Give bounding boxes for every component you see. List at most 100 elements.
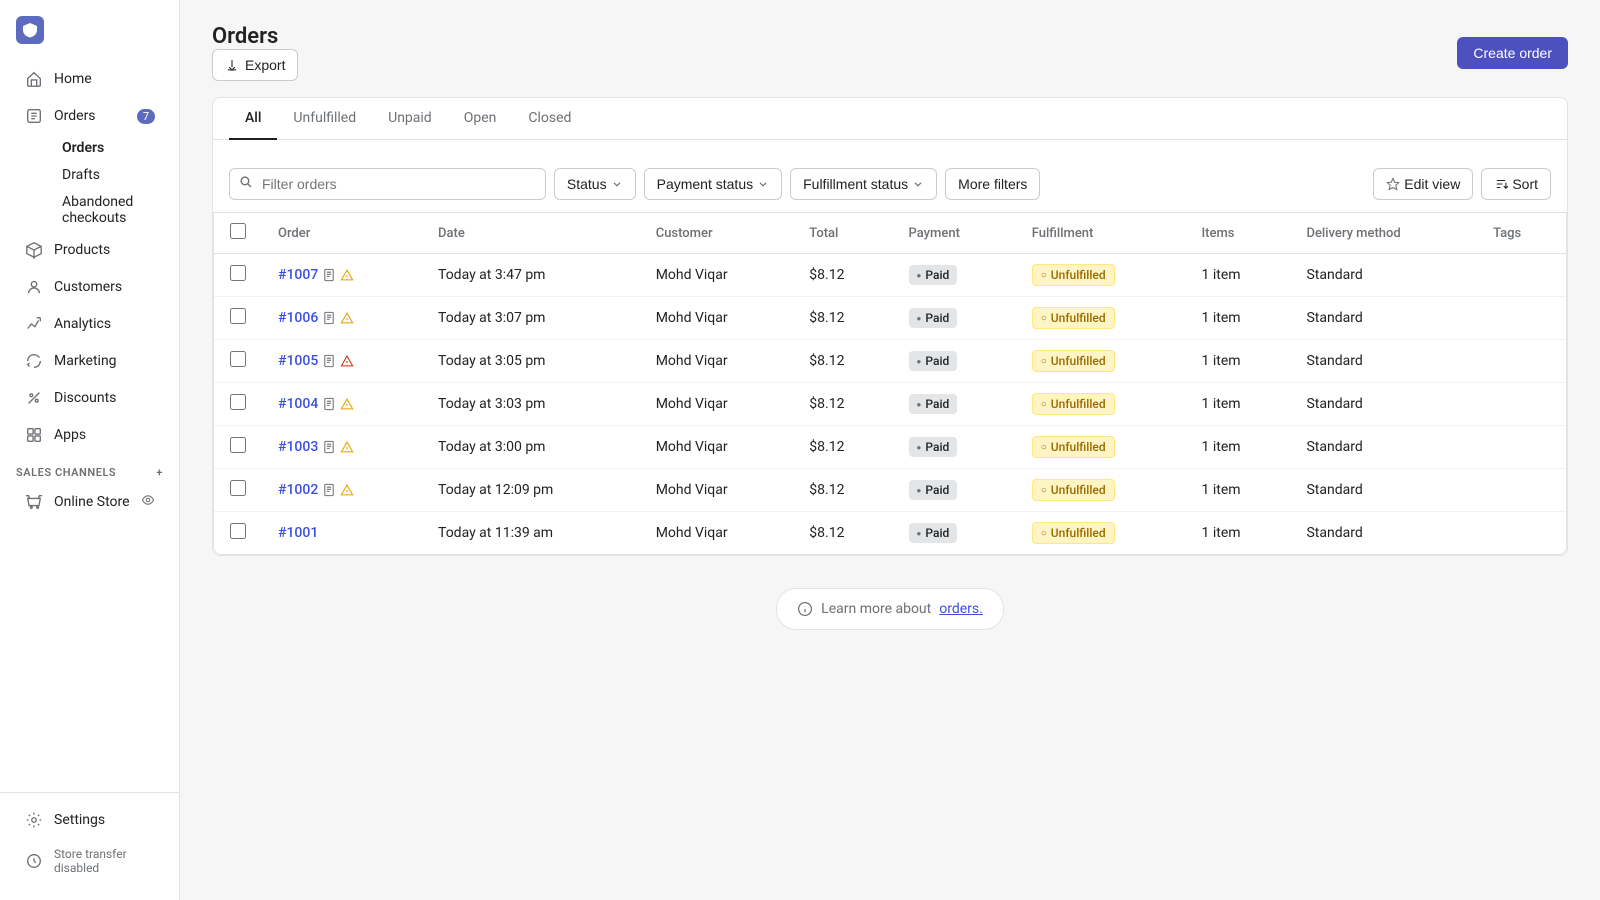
marketing-icon <box>24 351 44 371</box>
sidebar-sub-drafts[interactable]: Drafts <box>54 162 171 188</box>
sidebar-logo <box>0 0 179 52</box>
row-delivery: Standard <box>1290 340 1477 383</box>
sidebar-item-discounts[interactable]: Discounts <box>8 380 171 416</box>
tab-unpaid[interactable]: Unpaid <box>372 98 448 140</box>
row-fulfillment: Unfulfilled <box>1016 383 1186 426</box>
discounts-icon <box>24 388 44 408</box>
select-all-checkbox[interactable] <box>230 223 246 239</box>
help-icon <box>797 601 813 617</box>
row-delivery: Standard <box>1290 254 1477 297</box>
row-checkbox[interactable] <box>230 308 246 324</box>
fulfillment-badge: Unfulfilled <box>1032 522 1115 544</box>
store-transfer-label: Store transfer disabled <box>54 847 155 875</box>
row-checkbox[interactable] <box>230 265 246 281</box>
doc-icon <box>322 397 336 411</box>
sidebar-item-analytics-label: Analytics <box>54 316 111 332</box>
order-link[interactable]: #1003 <box>278 439 318 455</box>
row-total: $8.12 <box>793 297 892 340</box>
row-checkbox[interactable] <box>230 480 246 496</box>
search-input[interactable] <box>229 168 546 200</box>
logo-icon <box>16 16 44 44</box>
row-tags <box>1477 426 1566 469</box>
order-link[interactable]: #1004 <box>278 396 318 412</box>
row-checkbox[interactable] <box>230 394 246 410</box>
status-chevron-icon <box>611 178 623 190</box>
sidebar-sub-orders[interactable]: Orders <box>54 135 171 161</box>
payment-badge: Paid <box>909 480 958 500</box>
payment-badge: Paid <box>909 308 958 328</box>
sidebar-item-settings[interactable]: Settings <box>8 802 171 838</box>
fulfillment-status-filter-button[interactable]: Fulfillment status <box>790 168 937 200</box>
settings-icon <box>24 810 44 830</box>
home-icon <box>24 69 44 89</box>
products-icon <box>24 240 44 260</box>
order-link[interactable]: #1001 <box>278 525 318 541</box>
sidebar-item-customers[interactable]: Customers <box>8 269 171 305</box>
more-filters-button[interactable]: More filters <box>945 168 1040 200</box>
row-customer: Mohd Viqar <box>640 383 794 426</box>
order-link[interactable]: #1007 <box>278 267 318 283</box>
sort-button[interactable]: Sort <box>1481 168 1551 200</box>
sidebar-item-apps[interactable]: Apps <box>8 417 171 453</box>
col-items: Items <box>1186 213 1291 254</box>
sidebar-item-online-store[interactable]: Online Store <box>8 484 171 520</box>
store-transfer-icon <box>24 851 44 871</box>
row-delivery: Standard <box>1290 512 1477 555</box>
tab-closed[interactable]: Closed <box>512 98 587 140</box>
eye-icon[interactable] <box>141 493 155 511</box>
row-items: 1 item <box>1186 426 1291 469</box>
order-link[interactable]: #1002 <box>278 482 318 498</box>
page-title-group: Orders Export <box>212 24 298 81</box>
row-checkbox-cell <box>214 383 262 426</box>
fulfillment-badge: Unfulfilled <box>1032 350 1115 372</box>
sidebar-item-products[interactable]: Products <box>8 232 171 268</box>
tab-open[interactable]: Open <box>448 98 513 140</box>
order-link[interactable]: #1006 <box>278 310 318 326</box>
sidebar-item-store-transfer[interactable]: Store transfer disabled <box>8 839 171 883</box>
sidebar: Home Orders 7 Orders Drafts Abandoned ch… <box>0 0 180 900</box>
row-delivery: Standard <box>1290 383 1477 426</box>
table-row: #1001Today at 11:39 amMohd Viqar$8.12Pai… <box>214 512 1566 555</box>
fulfillment-chevron-icon <box>912 178 924 190</box>
create-order-button[interactable]: Create order <box>1457 37 1568 69</box>
row-fulfillment: Unfulfilled <box>1016 340 1186 383</box>
row-order-id: #1006 <box>262 297 422 340</box>
row-delivery: Standard <box>1290 297 1477 340</box>
orders-table: Order Date Customer Total Payment Fulfil… <box>214 213 1566 554</box>
order-link[interactable]: #1005 <box>278 353 318 369</box>
doc-icon <box>322 440 336 454</box>
doc-icon <box>322 311 336 325</box>
status-filter-button[interactable]: Status <box>554 168 636 200</box>
row-date: Today at 3:07 pm <box>422 297 640 340</box>
sidebar-item-discounts-label: Discounts <box>54 390 116 406</box>
payment-status-filter-button[interactable]: Payment status <box>644 168 783 200</box>
row-payment: Paid <box>893 340 1016 383</box>
filters-bar: Status Payment status Fulfillment status… <box>213 156 1567 213</box>
row-checkbox[interactable] <box>230 523 246 539</box>
sales-channels-section: SALES CHANNELS + <box>0 454 179 483</box>
row-order-id: #1003 <box>262 426 422 469</box>
add-sales-channel-icon[interactable]: + <box>156 466 163 479</box>
sidebar-item-home[interactable]: Home <box>8 61 171 97</box>
online-store-label: Online Store <box>54 494 131 510</box>
tab-all[interactable]: All <box>229 98 277 140</box>
col-order: Order <box>262 213 422 254</box>
learn-more-link[interactable]: orders. <box>939 601 983 617</box>
export-button[interactable]: Export <box>212 49 298 81</box>
doc-icon <box>322 268 336 282</box>
edit-view-button[interactable]: Edit view <box>1373 168 1473 200</box>
doc-icon <box>322 483 336 497</box>
online-store-icon <box>24 492 44 512</box>
fulfillment-badge: Unfulfilled <box>1032 307 1115 329</box>
payment-badge: Paid <box>909 351 958 371</box>
row-checkbox[interactable] <box>230 437 246 453</box>
row-checkbox[interactable] <box>230 351 246 367</box>
sidebar-item-orders[interactable]: Orders 7 <box>8 98 171 134</box>
tab-unfulfilled[interactable]: Unfulfilled <box>277 98 372 140</box>
sidebar-item-marketing[interactable]: Marketing <box>8 343 171 379</box>
export-icon <box>225 58 239 72</box>
row-payment: Paid <box>893 254 1016 297</box>
sidebar-item-analytics[interactable]: Analytics <box>8 306 171 342</box>
row-date: Today at 3:03 pm <box>422 383 640 426</box>
sidebar-sub-abandoned[interactable]: Abandoned checkouts <box>54 189 171 231</box>
